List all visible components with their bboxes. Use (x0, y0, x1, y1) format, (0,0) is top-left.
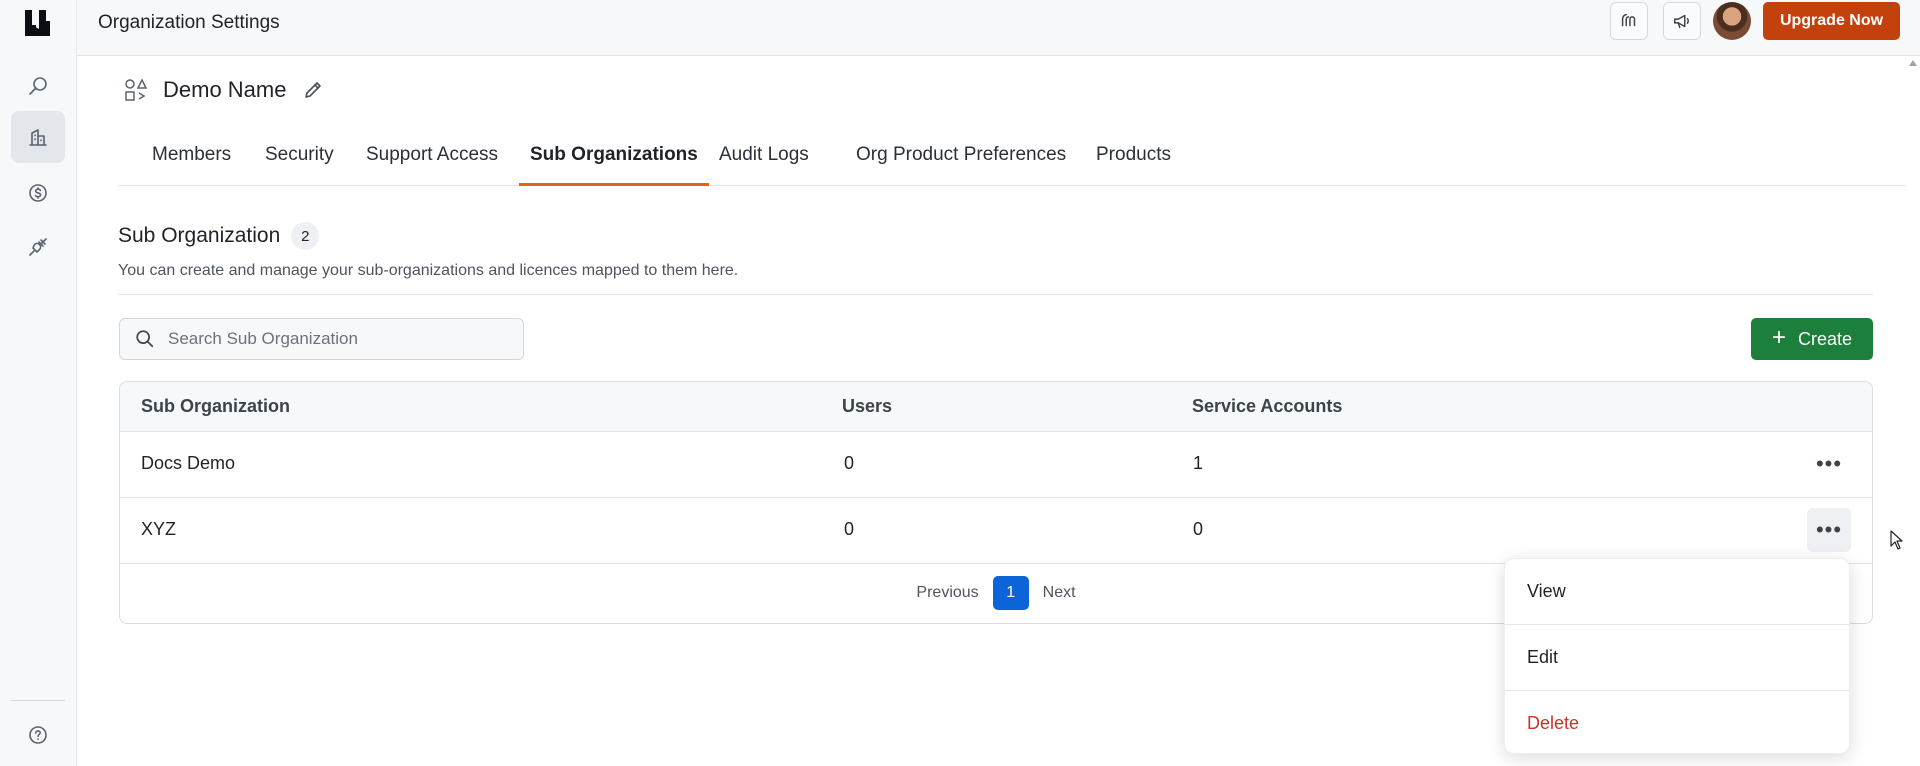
page-number-button[interactable]: 1 (992, 576, 1029, 610)
create-button-label: Create (1797, 328, 1853, 349)
tab-audit-logs[interactable]: Audit Logs (708, 130, 820, 186)
billing-icon (29, 184, 47, 202)
count-badge: 2 (291, 222, 320, 250)
nav-organization-button[interactable] (11, 111, 65, 163)
search-input[interactable] (168, 329, 498, 349)
more-horizontal-icon: ••• (1815, 451, 1843, 476)
tab-security[interactable]: Security (254, 130, 345, 186)
edit-org-name-icon[interactable] (302, 79, 324, 101)
nav-billing-button[interactable] (11, 167, 65, 219)
nav-integrations-button[interactable] (11, 221, 65, 273)
tab-org-product-preferences[interactable]: Org Product Preferences (845, 130, 1077, 186)
search-icon (136, 330, 154, 348)
help-icon (29, 726, 47, 744)
table-row[interactable]: Docs Demo 0 1 ••• (120, 432, 1872, 498)
tab-members[interactable]: Members (141, 130, 242, 186)
tab-sub-organizations[interactable]: Sub Organizations (519, 130, 709, 186)
menu-item-edit[interactable]: Edit (1505, 625, 1849, 691)
ai-assistant-button[interactable] (1610, 2, 1648, 40)
scrollbar[interactable] (1906, 56, 1920, 766)
mouse-cursor-icon (1890, 530, 1903, 550)
section-header: Sub Organization 2 (118, 222, 320, 250)
app-logo[interactable] (22, 7, 54, 39)
tab-products[interactable]: Products (1085, 130, 1182, 186)
announcements-button[interactable] (1663, 2, 1701, 40)
rail-divider (11, 700, 65, 701)
cell-sub-organization: XYZ (141, 519, 177, 539)
cell-sub-organization: Docs Demo (141, 453, 236, 473)
column-header-sub-organization: Sub Organization (141, 396, 291, 416)
scroll-up-arrow-icon[interactable] (1909, 60, 1917, 66)
left-nav-rail (0, 0, 77, 766)
search-icon (29, 77, 47, 95)
table-row[interactable]: XYZ 0 0 ••• (120, 498, 1872, 564)
table-header: Sub Organization Users Service Accounts (120, 382, 1872, 432)
plus-icon: + (1771, 323, 1786, 351)
section-divider (118, 294, 1873, 295)
org-name: Demo Name (163, 77, 287, 102)
upgrade-now-button[interactable]: Upgrade Now (1763, 2, 1900, 40)
column-header-users: Users (842, 396, 893, 416)
cell-users: 0 (844, 519, 855, 539)
menu-item-delete[interactable]: Delete (1505, 691, 1849, 757)
settings-tabs: Members Security Support Access Sub Orga… (118, 130, 1906, 186)
megaphone-icon (1673, 14, 1689, 29)
help-button[interactable] (11, 709, 65, 761)
org-header: Demo Name (123, 74, 324, 106)
more-horizontal-icon: ••• (1815, 517, 1843, 542)
organization-icon (29, 129, 47, 146)
section-title: Sub Organization (118, 224, 281, 247)
top-bar: Organization Settings Upgrade Now (77, 0, 1920, 56)
org-shapes-icon (123, 77, 149, 103)
user-avatar[interactable] (1713, 2, 1751, 40)
create-sub-organization-button[interactable]: + Create (1751, 318, 1873, 360)
cell-users: 0 (844, 453, 855, 473)
page-title: Organization Settings (98, 12, 280, 33)
tab-support-access[interactable]: Support Access (355, 130, 509, 186)
section-description: You can create and manage your sub-organ… (118, 262, 739, 279)
next-page-link[interactable]: Next (1043, 584, 1076, 602)
cell-service-accounts: 1 (1193, 453, 1204, 473)
menu-item-view[interactable]: View (1505, 559, 1849, 625)
waves-icon (1621, 13, 1636, 27)
cell-service-accounts: 0 (1193, 519, 1204, 539)
row-actions-menu: View Edit Delete (1504, 558, 1850, 754)
search-field[interactable] (119, 318, 524, 360)
row-actions-button[interactable]: ••• (1807, 442, 1851, 486)
previous-page-link[interactable]: Previous (916, 584, 978, 602)
nav-search-button[interactable] (11, 60, 65, 112)
row-actions-button[interactable]: ••• (1807, 508, 1851, 552)
column-header-service-accounts: Service Accounts (1192, 396, 1343, 416)
integrations-icon (29, 238, 47, 256)
